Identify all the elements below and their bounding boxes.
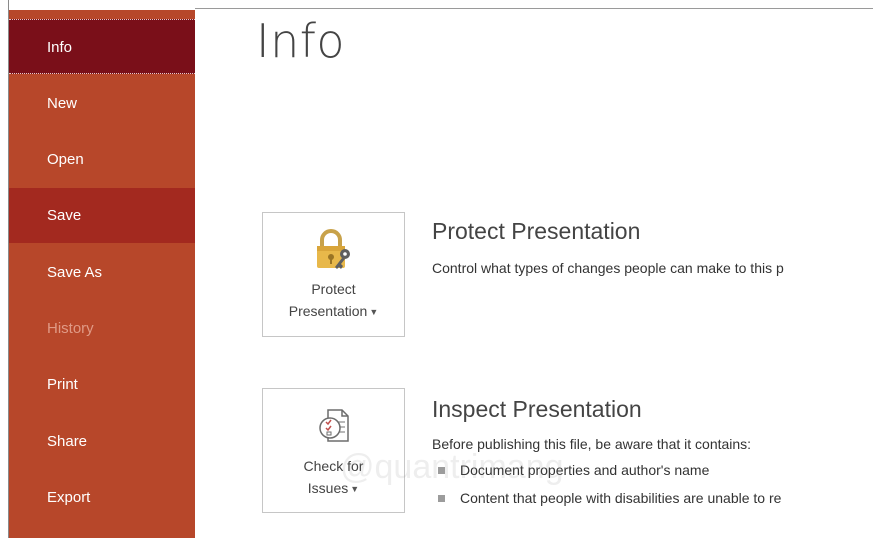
- check-issues-label-text: Issues: [307, 480, 349, 496]
- protect-section-description: Control what types of changes people can…: [432, 260, 784, 276]
- backstage-sidebar: Info New Open Save Save As History Print…: [9, 10, 195, 538]
- protect-section-title: Protect Presentation: [432, 218, 641, 244]
- nav-item-save[interactable]: Save: [9, 188, 195, 243]
- check-issues-label-line1: Check for: [303, 458, 364, 474]
- protect-button-label-line1: Protect: [311, 281, 356, 297]
- nav-item-share[interactable]: Share: [9, 414, 195, 469]
- chevron-down-icon: ▼: [350, 484, 360, 495]
- protect-button-label-text: Presentation: [288, 303, 368, 319]
- protect-presentation-button[interactable]: Protect Presentation ▼: [262, 212, 405, 337]
- inspect-document-icon: [316, 407, 352, 448]
- nav-item-export[interactable]: Export: [9, 470, 195, 525]
- nav-item-new[interactable]: New: [9, 76, 195, 131]
- lock-key-icon: [314, 229, 354, 274]
- nav-item-open[interactable]: Open: [9, 132, 195, 187]
- inspect-bullet-text: Content that people with disabilities ar…: [460, 490, 782, 506]
- bullet-icon: [438, 494, 445, 502]
- nav-item-info[interactable]: Info: [9, 19, 195, 74]
- nav-item-history: History: [47, 320, 94, 337]
- nav-item-print[interactable]: Print: [9, 357, 195, 412]
- window-top-frame: [0, 0, 873, 10]
- check-for-issues-button[interactable]: Check for Issues ▼: [262, 388, 405, 513]
- info-pane: Info Protect Presentation ▼ Protect Prese…: [195, 10, 873, 538]
- bullet-icon: [438, 466, 445, 474]
- inspect-section-description: Before publishing this file, be aware th…: [432, 436, 752, 452]
- chevron-down-icon: ▼: [369, 307, 379, 318]
- page-title: Info: [256, 14, 346, 68]
- inspect-bullet-text: Document properties and author's name: [460, 462, 710, 478]
- list-item: Content that people with disabilities ar…: [438, 490, 781, 506]
- check-issues-label-line2: Issues ▼: [263, 477, 404, 500]
- inspect-section-title: Inspect Presentation: [432, 396, 642, 422]
- protect-button-label-line2: Presentation ▼: [263, 300, 404, 323]
- nav-item-save-as[interactable]: Save As: [9, 245, 195, 300]
- list-item: Document properties and author's name: [438, 462, 709, 478]
